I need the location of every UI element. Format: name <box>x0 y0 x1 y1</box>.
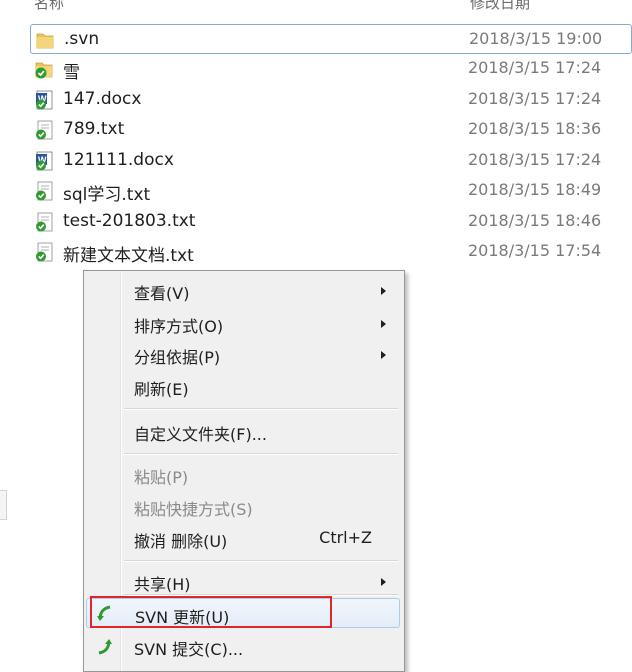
file-name: sql学习.txt <box>63 185 151 205</box>
highlight-annotation-box <box>90 596 332 628</box>
file-row-121111-docx[interactable]: W 121111.docx 2018/3/15 17:24 <box>30 146 632 176</box>
svn-text-file-icon <box>36 120 53 140</box>
file-name: 121111.docx <box>63 150 174 170</box>
menu-item-label: 共享(H) <box>134 575 191 594</box>
menu-item-view[interactable]: 查看(V) <box>86 275 400 305</box>
menu-item-paste-shortcut: 粘贴快捷方式(S) <box>86 491 400 521</box>
menu-item-paste: 粘贴(P) <box>86 459 400 489</box>
file-name: 147.docx <box>63 89 142 109</box>
file-name: 雪 <box>63 63 80 83</box>
navigation-pane-edge[interactable] <box>0 490 7 520</box>
menu-item-sort-by[interactable]: 排序方式(O) <box>86 308 400 338</box>
file-date: 2018/3/15 17:24 <box>468 89 602 108</box>
name-column-header[interactable]: 名称 <box>34 0 64 10</box>
menu-item-label: 撤消 删除(U) <box>134 532 228 551</box>
menu-separator <box>124 453 398 455</box>
menu-item-share[interactable]: 共享(H) <box>86 566 400 596</box>
file-date: 2018/3/15 18:46 <box>468 211 602 230</box>
menu-item-svn-commit[interactable]: SVN 提交(C)... <box>86 631 400 661</box>
menu-item-label: 刷新(E) <box>134 380 189 399</box>
menu-item-customize-folder[interactable]: 自定义文件夹(F)... <box>86 416 400 446</box>
submenu-arrow-icon <box>381 320 386 328</box>
file-date: 2018/3/15 18:36 <box>468 119 602 138</box>
folder-icon <box>36 33 54 49</box>
file-row-svn[interactable]: .svn 2018/3/15 19:00 <box>30 24 632 54</box>
file-date: 2018/3/15 18:49 <box>468 180 602 199</box>
submenu-arrow-icon <box>381 578 386 586</box>
date-modified-column-header[interactable]: 修改日期 <box>470 0 530 10</box>
file-date: 2018/3/15 17:24 <box>468 150 602 169</box>
file-name: .svn <box>64 29 100 49</box>
menu-shortcut: Ctrl+Z <box>319 528 372 547</box>
file-name: 789.txt <box>63 119 125 139</box>
svn-word-doc-icon: W <box>36 151 53 171</box>
svn-word-doc-icon: W <box>36 90 53 110</box>
file-row-xue[interactable]: 雪 2018/3/15 17:24 <box>30 54 632 84</box>
file-row-new-text-doc[interactable]: 新建文本文档.txt 2018/3/15 17:54 <box>30 237 632 267</box>
menu-item-label: SVN 提交(C)... <box>134 640 244 659</box>
file-row-sql-txt[interactable]: sql学习.txt 2018/3/15 18:49 <box>30 176 632 206</box>
menu-item-undo-delete[interactable]: 撤消 删除(U) Ctrl+Z <box>86 523 400 553</box>
menu-item-label: 排序方式(O) <box>134 317 224 336</box>
file-name: 新建文本文档.txt <box>63 246 194 266</box>
svn-commit-icon <box>98 639 112 655</box>
menu-item-group-by[interactable]: 分组依据(P) <box>86 339 400 369</box>
menu-item-label: 粘贴(P) <box>134 468 189 487</box>
menu-item-label: 查看(V) <box>134 284 190 303</box>
file-row-789-txt[interactable]: 789.txt 2018/3/15 18:36 <box>30 115 632 145</box>
submenu-arrow-icon <box>381 351 386 359</box>
file-date: 2018/3/15 17:54 <box>468 241 602 260</box>
svn-folder-icon <box>35 62 53 79</box>
file-date: 2018/3/15 19:00 <box>469 29 603 48</box>
file-row-test-txt[interactable]: test-201803.txt 2018/3/15 18:46 <box>30 207 632 237</box>
svn-text-file-icon <box>36 242 53 262</box>
menu-separator <box>124 560 398 562</box>
submenu-arrow-icon <box>381 287 386 295</box>
svn-text-file-icon <box>36 212 53 232</box>
menu-item-refresh[interactable]: 刷新(E) <box>86 371 400 401</box>
menu-separator <box>124 408 398 410</box>
menu-item-label: 粘贴快捷方式(S) <box>134 500 253 519</box>
column-header: 名称 修改日期 <box>0 0 632 10</box>
file-date: 2018/3/15 17:24 <box>468 58 602 77</box>
menu-item-label: 分组依据(P) <box>134 348 221 367</box>
file-name: test-201803.txt <box>63 211 196 231</box>
menu-item-label: 自定义文件夹(F)... <box>134 425 267 444</box>
file-row-147-docx[interactable]: W 147.docx 2018/3/15 17:24 <box>30 85 632 115</box>
svn-text-file-icon <box>36 181 53 201</box>
